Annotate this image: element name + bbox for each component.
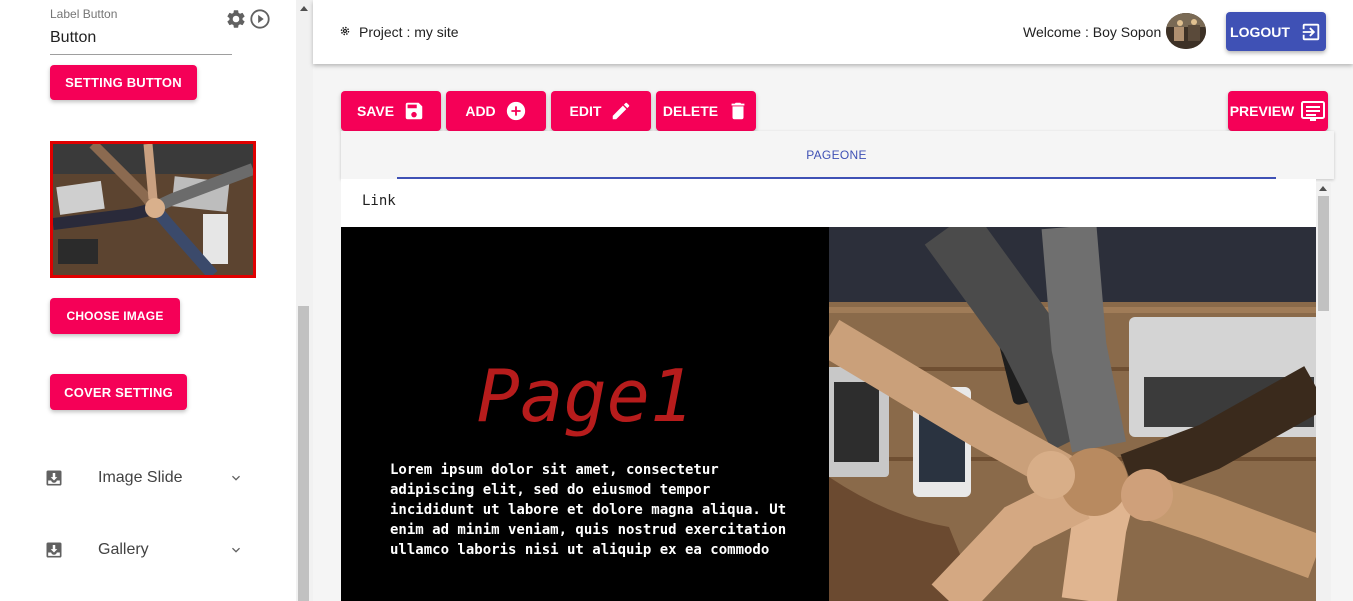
choose-image-button[interactable]: CHOOSE IMAGE [50, 298, 180, 334]
scroll-up-arrow-icon[interactable] [300, 6, 308, 11]
setting-button[interactable]: SETTING BUTTON [50, 65, 197, 100]
chevron-down-icon[interactable] [228, 470, 244, 486]
label-button-field-underline [50, 54, 232, 55]
cover-setting-button[interactable]: COVER SETTING [50, 374, 187, 410]
hero-title: Page1 [476, 354, 694, 438]
accordion-label: Image Slide [98, 469, 183, 486]
floppy-disk-icon [405, 102, 423, 120]
teamwork-photo-thumbnail [53, 144, 253, 275]
hero-image [829, 227, 1316, 601]
logout-button[interactable]: LOGOUT [1226, 12, 1326, 51]
label-button-field-label: Label Button [50, 7, 118, 21]
body-line: incididunt ut labore et dolore magna ali… [390, 502, 787, 518]
accordion-image-slide[interactable]: Image Slide [44, 466, 254, 490]
plus-circle-icon [506, 101, 525, 121]
logout-label: LOGOUT [1230, 23, 1290, 40]
project-name: Project : my site [359, 24, 459, 40]
add-button[interactable]: ADD [446, 91, 546, 131]
play-circle-icon[interactable] [249, 8, 271, 30]
hero-body-text: Lorem ipsum dolor sit amet, consectetur … [390, 460, 790, 560]
edit-label: EDIT [569, 103, 602, 119]
trash-icon [731, 102, 745, 120]
delete-button[interactable]: DELETE [656, 91, 756, 131]
download-box-icon [46, 542, 62, 558]
settings-sidebar: Label Button Button SETTING BUTTON CHOOS… [0, 0, 313, 601]
sidebar-scrollbar-thumb[interactable] [298, 306, 309, 601]
nav-link[interactable]: Link [362, 193, 396, 209]
scroll-up-arrow-icon[interactable] [1319, 186, 1327, 191]
preview-icon [1301, 101, 1326, 121]
body-line: ullamco laboris nisi ut aliquip ex ea co… [390, 542, 770, 558]
accordion-gallery[interactable]: Gallery [44, 538, 254, 562]
accordion-label: Gallery [98, 541, 149, 558]
app-root: Label Button Button SETTING BUTTON CHOOS… [0, 0, 1353, 601]
pencil-icon [613, 102, 630, 120]
save-label: SAVE [356, 103, 395, 119]
selected-image-thumbnail[interactable] [50, 141, 256, 278]
download-box-icon [46, 470, 62, 486]
preview-scrollbar-thumb[interactable] [1318, 196, 1329, 311]
body-line: enim ad minim veniam, quis nostrud exerc… [390, 522, 787, 538]
edit-button[interactable]: EDIT [551, 91, 651, 131]
delete-label: DELETE [662, 103, 719, 119]
body-line: Lorem ipsum dolor sit amet, consectetur [390, 462, 719, 478]
top-app-bar: Project : my site Welcome : Boy Sopon LO… [313, 0, 1353, 64]
page-tabs: PAGEONE [341, 131, 1334, 179]
sidebar-scrollbar[interactable] [296, 0, 313, 601]
gear-icon[interactable] [225, 8, 247, 30]
exit-icon [1302, 23, 1320, 40]
preview-scrollbar[interactable] [1316, 183, 1331, 601]
preview-button[interactable]: PREVIEW [1228, 91, 1328, 131]
save-button[interactable]: SAVE [341, 91, 441, 131]
body-line: adipiscing elit, sed do eiusmod tempor [390, 482, 711, 498]
page-preview: Link Page1 Lorem ipsum dolor sit amet, c… [341, 179, 1316, 601]
avatar[interactable] [1166, 13, 1206, 49]
add-label: ADD [465, 103, 496, 119]
welcome-user: Welcome : Boy Sopon [1023, 24, 1162, 40]
preview-label: PREVIEW [1229, 103, 1295, 119]
tab-pageone[interactable]: PAGEONE [397, 131, 1276, 179]
label-button-field-input[interactable]: Button [50, 29, 96, 47]
teamwork-photo [829, 227, 1316, 601]
gear-icon [340, 26, 350, 36]
chevron-down-icon[interactable] [228, 542, 244, 558]
